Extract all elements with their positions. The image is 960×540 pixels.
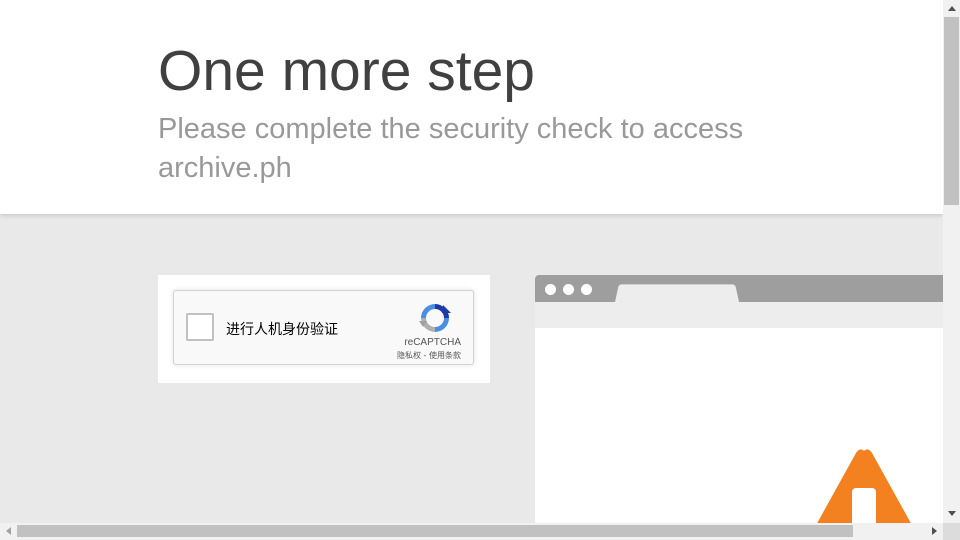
horizontal-scroll-thumb[interactable] bbox=[17, 525, 853, 537]
page-title: One more step bbox=[158, 39, 536, 103]
recaptcha-widget: 进行人机身份验证 reCAPTCHA 隐私权 - 使用条款 bbox=[173, 290, 474, 365]
recaptcha-privacy-terms-links[interactable]: 隐私权 - 使用条款 bbox=[397, 350, 461, 361]
scrollbar-corner bbox=[943, 523, 960, 540]
page-subtitle: Please complete the security check to ac… bbox=[158, 113, 744, 184]
window-dot-icon bbox=[581, 284, 592, 295]
recaptcha-brand: reCAPTCHA bbox=[404, 337, 461, 348]
window-dot-icon bbox=[563, 284, 574, 295]
scroll-up-icon[interactable] bbox=[948, 6, 956, 11]
warning-triangle-icon bbox=[816, 449, 912, 525]
scroll-down-icon[interactable] bbox=[948, 511, 956, 516]
scroll-left-icon[interactable] bbox=[6, 527, 11, 535]
captcha-container: 进行人机身份验证 reCAPTCHA 隐私权 - 使用条款 bbox=[158, 275, 490, 383]
browser-title-bar bbox=[535, 275, 943, 302]
captcha-checkbox[interactable] bbox=[186, 313, 214, 341]
header-section: One more step Please complete the securi… bbox=[0, 0, 943, 214]
browser-toolbar bbox=[535, 302, 943, 328]
browser-tab bbox=[615, 284, 739, 302]
scroll-right-icon[interactable] bbox=[932, 527, 937, 535]
recaptcha-logo-icon bbox=[419, 304, 451, 332]
captcha-checkbox-label[interactable]: 进行人机身份验证 bbox=[226, 319, 338, 339]
vertical-scroll-thumb[interactable] bbox=[944, 17, 959, 205]
window-dot-icon bbox=[545, 284, 556, 295]
browser-illustration bbox=[535, 275, 943, 525]
